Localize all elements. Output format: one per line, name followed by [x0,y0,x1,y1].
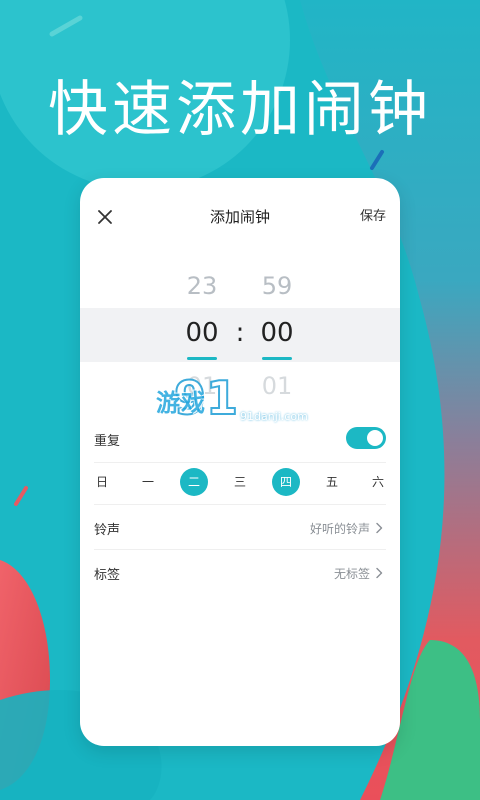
divider [94,504,386,505]
weekday-selector: 日 一 二 三 四 五 六 [88,468,392,498]
time-picker[interactable]: 23 59 00 : 00 01 01 [80,254,400,414]
add-alarm-card: 添加闹钟 保存 23 59 00 : 00 01 01 重复 日 一 二 三 四… [80,178,400,746]
chevron-right-icon [376,522,383,534]
divider [94,462,386,463]
hour-underline [187,357,217,360]
watermark-text: 游戏 [156,389,206,417]
repeat-label: 重复 [94,434,121,449]
divider [94,549,386,550]
toggle-knob [367,430,383,446]
ringtone-row[interactable]: 铃声 好听的铃声 [80,508,400,548]
chevron-right-icon [376,567,383,579]
minute-prev-value[interactable]: 59 [247,272,307,300]
ringtone-value: 好听的铃声 [309,522,370,536]
day-thu[interactable]: 四 [272,468,300,496]
minute-current-value[interactable]: 00 [247,318,307,348]
tag-row[interactable]: 标签 无标签 [80,553,400,593]
day-sun[interactable]: 日 [88,468,116,496]
watermark-subtext: 91danji.com [240,410,308,423]
card-header: 添加闹钟 保存 [80,178,400,254]
page-title: 添加闹钟 [209,208,270,226]
minute-next-value[interactable]: 01 [247,372,307,400]
day-fri[interactable]: 五 [318,468,346,496]
hour-current-value[interactable]: 00 [172,318,232,348]
day-mon[interactable]: 一 [134,468,162,496]
minute-underline [262,357,292,360]
hour-prev-value[interactable]: 23 [172,272,232,300]
time-separator: : [235,318,245,348]
app-screenshot: 快速添加闹钟 添加闹钟 保存 23 59 00 : 00 01 01 重复 日 … [0,0,480,800]
day-tue[interactable]: 二 [180,468,208,496]
headline: 快速添加闹钟 [48,75,432,145]
day-wed[interactable]: 三 [226,468,254,496]
save-button[interactable]: 保存 [360,206,386,228]
tag-value: 无标签 [333,567,370,581]
day-sat[interactable]: 六 [364,468,392,496]
repeat-toggle[interactable] [346,427,386,449]
